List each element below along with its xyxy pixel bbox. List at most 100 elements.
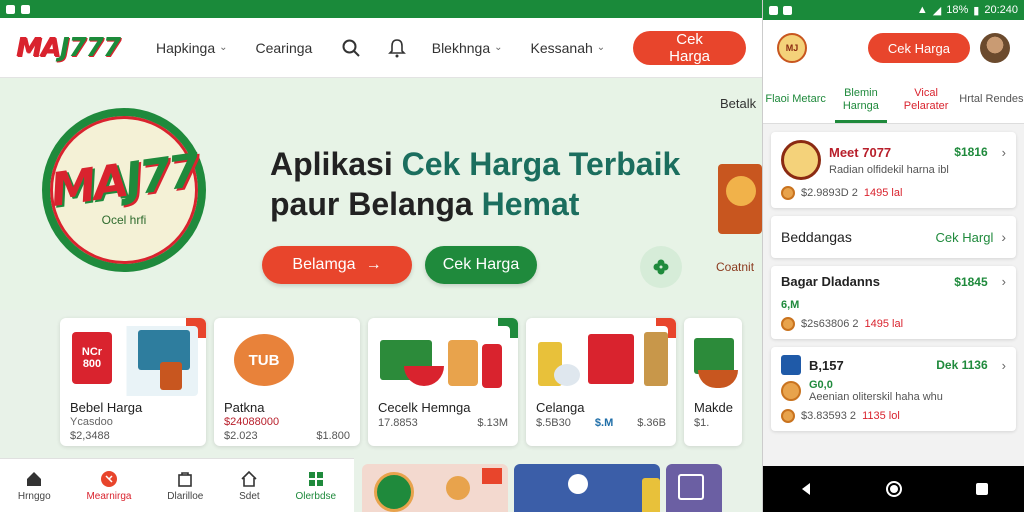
hero-side-text: Coatnit — [716, 260, 755, 274]
wifi-icon: ▲ — [916, 4, 928, 16]
clover-fab-button[interactable] — [640, 246, 682, 288]
list-item[interactable]: Beddangas Cek Hargl › — [771, 216, 1016, 258]
avatar[interactable] — [980, 33, 1010, 63]
list-item-name: Beddangas — [781, 229, 852, 245]
list-item[interactable]: B,157 Dek 1136 › G0,0 Aeenian oliterskil… — [771, 347, 1016, 431]
notification-icon — [6, 4, 15, 14]
search-button[interactable] — [340, 36, 362, 60]
hero-headline-line1: Aplikasi Cek Harga Terbaik — [270, 144, 680, 184]
brand-logo-left: MA — [16, 32, 61, 63]
hero-logo-mark: MAJ77 — [47, 143, 201, 217]
nav-item-blekhnga[interactable]: Blekhnga ⌄ — [432, 40, 503, 56]
bottom-nav-label: Hrnggo — [17, 490, 51, 502]
product-card[interactable]: Celanga $.5B30 $.M $.36B — [526, 318, 676, 446]
back-icon[interactable] — [799, 482, 813, 496]
card-price: 17.8853 — [378, 417, 418, 429]
card-price: $.5B30 — [536, 417, 571, 429]
bottom-nav-label: Olerbdse — [295, 490, 337, 502]
bottom-nav-item[interactable]: Dlarilloe — [167, 470, 203, 502]
bottom-nav-label: Mearnirga — [86, 490, 132, 502]
list-item-meta: $2s63806 2 1495 lal — [781, 317, 1006, 331]
product-can-image — [448, 340, 478, 386]
card-price-row: $2,3488 — [70, 430, 196, 442]
list-item-body-row: G0,0 Aeenian oliterskil haha whu — [781, 379, 1006, 403]
list-item-title-row: Bagar Dladanns $1845 › — [781, 274, 1006, 289]
hero-headline-highlight: Cek Harga Terbaik — [401, 146, 681, 182]
tab-flaoi-metarc[interactable]: Flaoi Metarc — [763, 76, 828, 123]
card-price: $2.023 — [224, 430, 258, 442]
recents-icon[interactable] — [975, 482, 989, 496]
hero-brand-logo: MAJ77 Ocel hrfi — [42, 108, 206, 272]
list-item-header: Meet 7077 $1816 › Radian olfidekil harna… — [781, 140, 1006, 180]
card-subtitle: Ycasdoo — [70, 416, 113, 428]
status-time: 20:240 — [984, 4, 1018, 16]
promo-tile[interactable] — [514, 464, 660, 512]
list-item-badge: 6,M — [781, 299, 800, 311]
tab-blemin-harnga[interactable]: Blemin Harnga — [828, 76, 893, 123]
list-item-badge: G0,0 — [809, 379, 833, 391]
brand-logo[interactable]: MAJ777 — [16, 32, 121, 63]
battery-icon: ▮ — [973, 4, 980, 17]
product-card-row: NCr 800 Bebel Harga Ycasdoo $2,3488 TUB … — [60, 318, 742, 446]
home-circle-icon[interactable] — [885, 480, 903, 498]
nav-item-hapkinga[interactable]: Hapkinga ⌄ — [156, 40, 228, 56]
chevron-down-icon: ⌄ — [494, 42, 503, 53]
product-thumbnail — [781, 140, 821, 180]
list-item-price: $1845 — [954, 274, 988, 289]
hero-banner: MAJ77 Ocel hrfi Aplikasi Cek Harga Terba… — [0, 78, 762, 310]
list-item-price: Dek 1136 — [936, 358, 988, 372]
product-label-box: NCr 800 — [72, 332, 112, 384]
promo-tile[interactable] — [362, 464, 508, 512]
search-icon — [342, 39, 360, 57]
list-item-meta: $2.9893D 2 1495 lal — [781, 186, 1006, 200]
card-price-alt: $.13M — [477, 417, 508, 429]
tab-vical-pelarater[interactable]: Vical Pelarater — [894, 76, 959, 123]
bottom-navigation: Hrnggo Mearnirga Dlarilloe Sdet Olerbdse — [0, 458, 354, 512]
promo-tile-row — [362, 464, 722, 512]
list-item[interactable]: Meet 7077 $1816 › Radian olfidekil harna… — [771, 132, 1016, 208]
product-box-image — [694, 338, 734, 374]
list-item-body: G0,0 Aeenian oliterskil haha whu — [809, 379, 943, 403]
cek-harga-button[interactable]: Cek Harga — [867, 33, 970, 63]
belanja-button[interactable]: Belamga → — [262, 246, 412, 284]
hero-headline-text: paur Belanga — [270, 186, 482, 222]
product-card[interactable]: Cecelk Hemnga 17.8853 $.13M — [368, 318, 518, 446]
list-item[interactable]: Bagar Dladanns $1845 › 6,M $2s63806 2 14… — [771, 266, 1016, 339]
hero-logo-subtitle: Ocel hrfi — [101, 213, 147, 227]
app-logo[interactable]: MJ — [777, 33, 807, 63]
nav-item-cearinga[interactable]: Cearinga — [256, 40, 313, 56]
tab-hrtal-rendes[interactable]: Hrtal Rendes — [959, 76, 1024, 123]
bottom-nav-item[interactable]: Hrnggo — [18, 470, 51, 502]
button-label: Belamga — [292, 256, 356, 273]
coin-icon — [781, 381, 801, 401]
card-price-alt: $.M — [594, 417, 614, 429]
notification-button[interactable] — [386, 36, 408, 60]
card-price-alt: $.36B — [637, 417, 666, 429]
card-title: Celanga — [536, 400, 585, 415]
promo-circle-image — [568, 474, 588, 494]
promo-tile[interactable] — [666, 464, 722, 512]
product-card[interactable]: Makde $1. — [684, 318, 742, 446]
product-can-image — [160, 362, 182, 390]
nav-label: Hapkinga — [155, 39, 216, 56]
list-item-meta-left: $3.83593 2 — [801, 410, 857, 422]
product-card[interactable]: TUB Patkna $24088000 $2.023 $1.800 — [214, 318, 360, 446]
product-image — [534, 326, 668, 396]
battery-level: 18% — [946, 4, 969, 16]
hero-cek-harga-button[interactable]: Cek Harga — [425, 246, 537, 284]
product-bottle-image — [482, 344, 502, 388]
grid-icon — [308, 471, 323, 486]
cek-harga-button[interactable]: Cek Harga — [633, 30, 747, 65]
bottom-nav-item[interactable]: Olerbdse — [295, 470, 336, 502]
signal-icon: ◢ — [932, 4, 942, 17]
promo-ribbon — [482, 468, 502, 484]
nav-label: Blekhnga — [431, 39, 491, 56]
nav-item-kessanah[interactable]: Kessanah ⌄ — [531, 40, 606, 56]
bottom-nav-item[interactable]: Mearnirga — [86, 470, 131, 502]
card-price-row: $.5B30 $.M $.36B — [536, 417, 666, 429]
product-card[interactable]: NCr 800 Bebel Harga Ycasdoo $2,3488 — [60, 318, 206, 446]
list-item-title-row: B,157 Dek 1136 › — [781, 355, 1006, 375]
promo-square-image — [678, 474, 704, 500]
list-item-description: Radian olfidekil harna ibl — [829, 163, 949, 176]
bottom-nav-item[interactable]: Sdet — [239, 470, 260, 502]
